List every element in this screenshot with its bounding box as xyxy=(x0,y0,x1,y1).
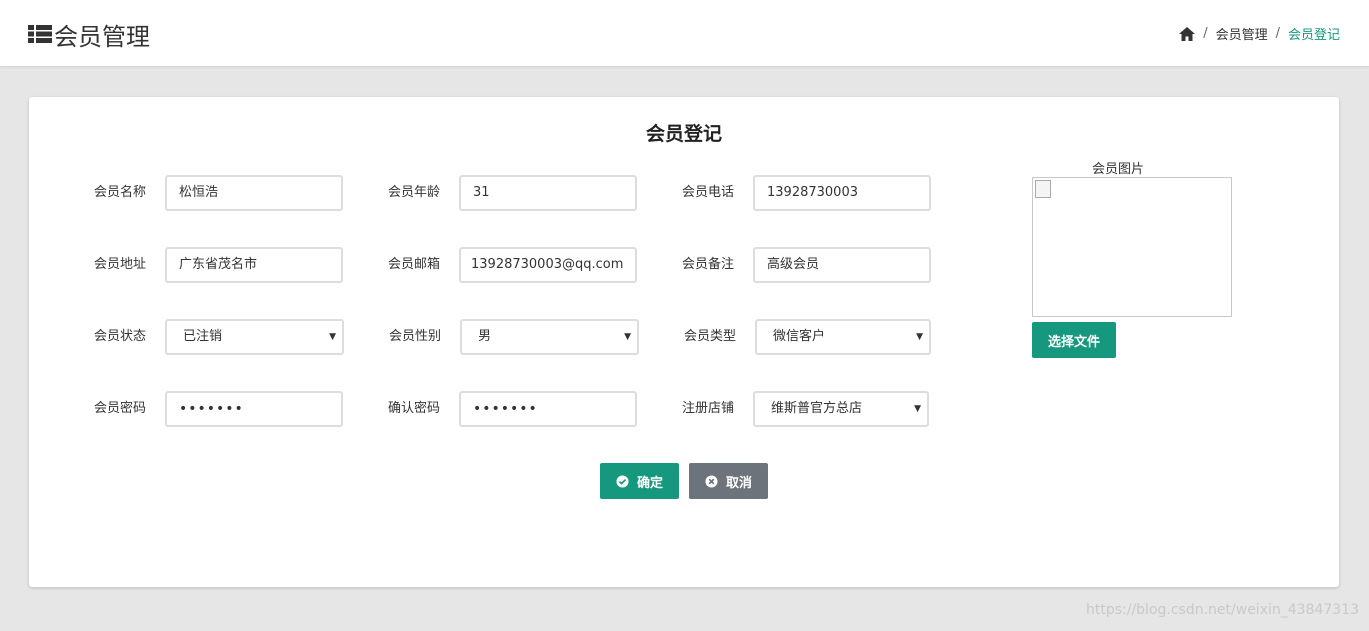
registration-card: 会员登记 会员名称 松恒浩 会员年龄 31 会员电话 13928730003 会… xyxy=(29,97,1339,587)
page-title: 会员管理 xyxy=(28,18,150,51)
member-image-preview xyxy=(1032,177,1232,317)
breadcrumb-separator: / xyxy=(1203,26,1208,41)
breadcrumb: / 会员管理 / 会员登记 xyxy=(1179,24,1340,43)
page-title-text: 会员管理 xyxy=(54,22,150,51)
list-icon xyxy=(28,25,52,43)
age-label: 会员年龄 xyxy=(388,185,441,200)
status-label: 会员状态 xyxy=(94,329,147,344)
gender-label: 会员性别 xyxy=(389,329,442,344)
caret-down-icon: ▼ xyxy=(914,404,921,414)
type-select[interactable]: 微信客户 ▼ xyxy=(755,319,931,355)
caret-down-icon: ▼ xyxy=(624,332,631,342)
cancel-button-label: 取消 xyxy=(725,475,752,491)
store-select[interactable]: 维斯普官方总店 ▼ xyxy=(753,391,929,427)
phone-label: 会员电话 xyxy=(682,185,735,200)
broken-image-icon xyxy=(1035,180,1051,198)
address-label: 会员地址 xyxy=(94,257,147,272)
top-header: 会员管理 / 会员管理 / 会员登记 xyxy=(0,0,1369,67)
choose-file-button[interactable]: 选择文件 xyxy=(1032,322,1116,358)
breadcrumb-separator: / xyxy=(1275,26,1280,41)
type-label: 会员类型 xyxy=(684,329,737,344)
confirm-password-input[interactable]: ••••••• xyxy=(459,391,637,427)
breadcrumb-item-member-management[interactable]: 会员管理 xyxy=(1216,24,1268,43)
store-label: 注册店铺 xyxy=(682,401,735,416)
cancel-button[interactable]: 取消 xyxy=(689,463,768,499)
address-input[interactable]: 广东省茂名市 xyxy=(165,247,343,283)
status-select-value: 已注销 xyxy=(183,329,223,344)
choose-file-label: 选择文件 xyxy=(1047,334,1100,350)
phone-input[interactable]: 13928730003 xyxy=(753,175,931,211)
watermark: https://blog.csdn.net/weixin_43847313 xyxy=(1085,602,1359,618)
gender-select[interactable]: 男 ▼ xyxy=(460,319,639,355)
name-input[interactable]: 松恒浩 xyxy=(165,175,343,211)
remark-input[interactable]: 高级会员 xyxy=(753,247,931,283)
store-select-value: 维斯普官方总店 xyxy=(771,401,863,416)
close-circle-icon xyxy=(705,474,718,488)
home-icon[interactable] xyxy=(1179,26,1196,41)
confirm-button[interactable]: 确定 xyxy=(600,463,679,499)
type-select-value: 微信客户 xyxy=(773,329,826,344)
caret-down-icon: ▼ xyxy=(329,332,336,342)
check-circle-icon xyxy=(616,474,629,488)
remark-label: 会员备注 xyxy=(682,257,735,272)
caret-down-icon: ▼ xyxy=(916,332,923,342)
age-input[interactable]: 31 xyxy=(459,175,637,211)
member-image-label: 会员图片 xyxy=(1091,162,1144,177)
gender-select-value: 男 xyxy=(478,329,492,344)
status-select[interactable]: 已注销 ▼ xyxy=(165,319,344,355)
password-input[interactable]: ••••••• xyxy=(165,391,343,427)
confirm-password-label: 确认密码 xyxy=(388,401,441,416)
breadcrumb-item-member-registration: 会员登记 xyxy=(1287,28,1340,43)
email-input[interactable]: 13928730003@qq.com xyxy=(459,247,637,283)
confirm-button-label: 确定 xyxy=(636,475,663,491)
email-label: 会员邮箱 xyxy=(388,257,441,272)
password-label: 会员密码 xyxy=(94,401,147,416)
name-label: 会员名称 xyxy=(94,185,147,200)
form-title: 会员登记 xyxy=(645,123,722,145)
